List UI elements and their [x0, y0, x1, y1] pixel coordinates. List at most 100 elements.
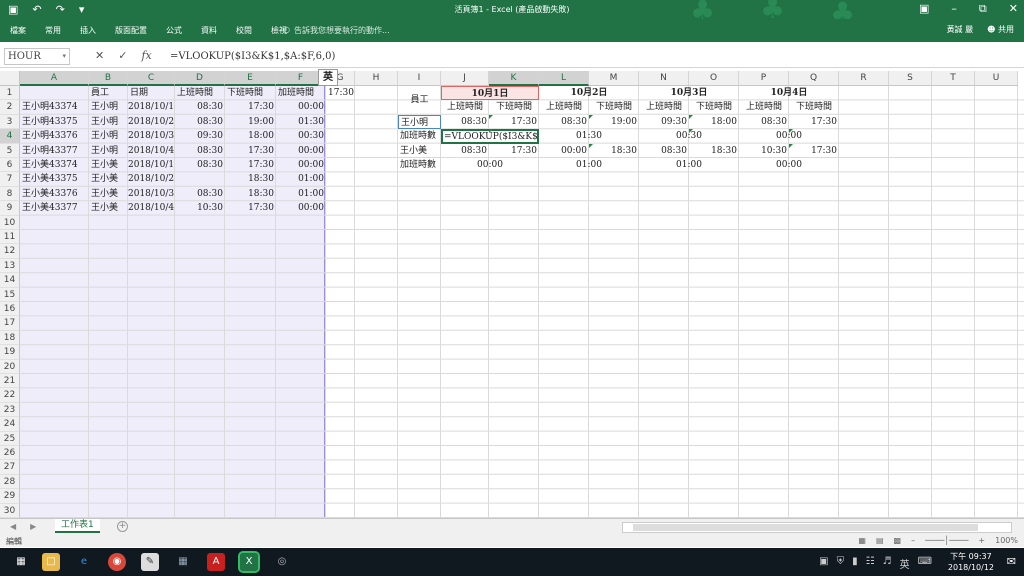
- internet-explorer-icon[interactable]: e: [75, 553, 93, 571]
- table-cell[interactable]: 17:30: [225, 100, 276, 114]
- column-header-i[interactable]: I: [398, 71, 441, 86]
- overflow-cell[interactable]: 17:30: [326, 86, 366, 100]
- network-icon[interactable]: ☷: [866, 556, 875, 571]
- sub-header-cell[interactable]: 上班時間: [441, 100, 489, 114]
- tab-home[interactable]: 常用: [45, 25, 61, 36]
- table-cell[interactable]: 08:30: [175, 144, 225, 158]
- row-header-26[interactable]: 26: [0, 446, 20, 461]
- column-header-j[interactable]: J: [441, 71, 489, 86]
- row-header-14[interactable]: 14: [0, 273, 20, 288]
- insert-function-icon[interactable]: fx: [141, 49, 151, 62]
- column-header-e[interactable]: E: [225, 71, 276, 86]
- header-cell[interactable]: 下班時間: [225, 86, 276, 100]
- column-header-l[interactable]: L: [539, 71, 589, 86]
- table-cell[interactable]: 王小美: [89, 158, 128, 172]
- overtime-cell[interactable]: 00:00: [739, 158, 839, 172]
- table-cell[interactable]: 19:00: [225, 115, 276, 129]
- normal-view-icon[interactable]: ▦: [858, 536, 866, 545]
- overtime-cell[interactable]: 01:30: [539, 129, 639, 143]
- keyboard-icon[interactable]: ⌨: [918, 556, 932, 571]
- time-cell[interactable]: 00:00: [539, 144, 589, 158]
- next-sheet-icon[interactable]: ▶: [30, 522, 36, 531]
- table-cell[interactable]: 09:30: [175, 129, 225, 143]
- page-layout-icon[interactable]: ▤: [876, 536, 884, 545]
- table-cell[interactable]: 王小美: [89, 172, 128, 186]
- row-header-30[interactable]: 30: [0, 503, 20, 518]
- row-header-4[interactable]: 4: [0, 129, 20, 144]
- overtime-cell[interactable]: 01:00: [639, 158, 739, 172]
- row-header-1[interactable]: 1: [0, 86, 20, 101]
- column-header-q[interactable]: Q: [789, 71, 839, 86]
- table-cell[interactable]: 王小明: [89, 115, 128, 129]
- row-header-5[interactable]: 5: [0, 143, 20, 158]
- file-explorer-icon[interactable]: □: [42, 553, 60, 571]
- virtualbox-icon[interactable]: ▦: [174, 553, 192, 571]
- time-cell[interactable]: 08:30: [441, 144, 489, 158]
- table-cell[interactable]: 王小明43375: [20, 115, 89, 129]
- row-header-8[interactable]: 8: [0, 186, 20, 202]
- sub-header-cell[interactable]: 下班時間: [489, 100, 539, 114]
- excel-icon[interactable]: X: [238, 551, 260, 573]
- table-cell[interactable]: 2018/10/1: [128, 100, 175, 114]
- row-header-24[interactable]: 24: [0, 417, 20, 432]
- time-cell[interactable]: 17:30: [489, 115, 539, 129]
- header-cell[interactable]: 上班時間: [175, 86, 225, 100]
- table-cell[interactable]: 王小美43375: [20, 172, 89, 186]
- column-header-m[interactable]: M: [589, 71, 639, 86]
- time-cell[interactable]: 08:30: [539, 115, 589, 129]
- row-header-18[interactable]: 18: [0, 330, 20, 346]
- row-label-cell[interactable]: 加班時數: [398, 129, 441, 143]
- row-header-15[interactable]: 15: [0, 287, 20, 302]
- close-icon[interactable]: ✕: [1009, 2, 1018, 16]
- time-cell[interactable]: 17:30: [489, 144, 539, 158]
- scroll-thumb[interactable]: [633, 524, 978, 531]
- sub-header-cell[interactable]: 上班時間: [739, 100, 789, 114]
- column-header-n[interactable]: N: [639, 71, 689, 86]
- prev-sheet-icon[interactable]: ◀: [10, 522, 16, 531]
- time-cell[interactable]: 19:00: [589, 115, 639, 129]
- time-cell[interactable]: 08:30: [441, 115, 489, 129]
- tell-me-box[interactable]: ○ 告訴我您想要執行的動作...: [283, 25, 390, 36]
- horizontal-scrollbar[interactable]: [622, 522, 1012, 533]
- row-header-23[interactable]: 23: [0, 402, 20, 418]
- volume-icon[interactable]: ♬: [883, 556, 892, 571]
- acrobat-icon[interactable]: A: [207, 553, 225, 571]
- table-cell[interactable]: 00:30: [276, 129, 326, 143]
- sheet-tab[interactable]: 工作表1: [55, 519, 100, 533]
- table-cell[interactable]: 2018/10/2: [128, 172, 175, 186]
- row-header-22[interactable]: 22: [0, 388, 20, 403]
- column-header-b[interactable]: B: [89, 71, 128, 86]
- column-header-c[interactable]: C: [128, 71, 175, 86]
- row-label-cell[interactable]: 加班時數: [398, 158, 441, 172]
- table-cell[interactable]: 00:00: [276, 201, 326, 215]
- sub-header-cell[interactable]: 上班時間: [639, 100, 689, 114]
- row-label-cell[interactable]: 王小美: [398, 144, 441, 158]
- sub-header-cell[interactable]: 下班時間: [689, 100, 739, 114]
- column-header-d[interactable]: D: [175, 71, 225, 86]
- sub-header-cell[interactable]: 下班時間: [789, 100, 839, 114]
- table-cell[interactable]: 01:00: [276, 172, 326, 186]
- restore-icon[interactable]: ⧉: [979, 2, 987, 16]
- tab-page-layout[interactable]: 版面配置: [115, 25, 147, 36]
- table-cell[interactable]: 10:30: [175, 201, 225, 215]
- row-header-19[interactable]: 19: [0, 345, 20, 360]
- row-header-16[interactable]: 16: [0, 302, 20, 317]
- table-cell[interactable]: 王小美: [89, 201, 128, 215]
- time-cell[interactable]: 17:30: [789, 115, 839, 129]
- row-header-13[interactable]: 13: [0, 258, 20, 274]
- sub-header-cell[interactable]: 上班時間: [539, 100, 589, 114]
- table-cell[interactable]: 王小美43376: [20, 187, 89, 201]
- formula-input[interactable]: =VLOOKUP($I3&K$1,$A:$F,6,0): [170, 48, 1020, 65]
- employee-header[interactable]: 員工: [398, 86, 441, 115]
- table-cell[interactable]: 王小明: [89, 100, 128, 114]
- table-cell[interactable]: 01:30: [276, 115, 326, 129]
- column-header-h[interactable]: H: [355, 71, 398, 86]
- date-header[interactable]: 10月1日: [441, 86, 539, 101]
- table-cell[interactable]: 08:30: [175, 158, 225, 172]
- row-header-20[interactable]: 20: [0, 359, 20, 374]
- row-header-17[interactable]: 17: [0, 316, 20, 331]
- chevron-down-icon[interactable]: ▾: [62, 49, 66, 64]
- chrome-icon[interactable]: ◉: [108, 553, 126, 571]
- row-header-28[interactable]: 28: [0, 474, 20, 490]
- table-cell[interactable]: 王小明: [89, 144, 128, 158]
